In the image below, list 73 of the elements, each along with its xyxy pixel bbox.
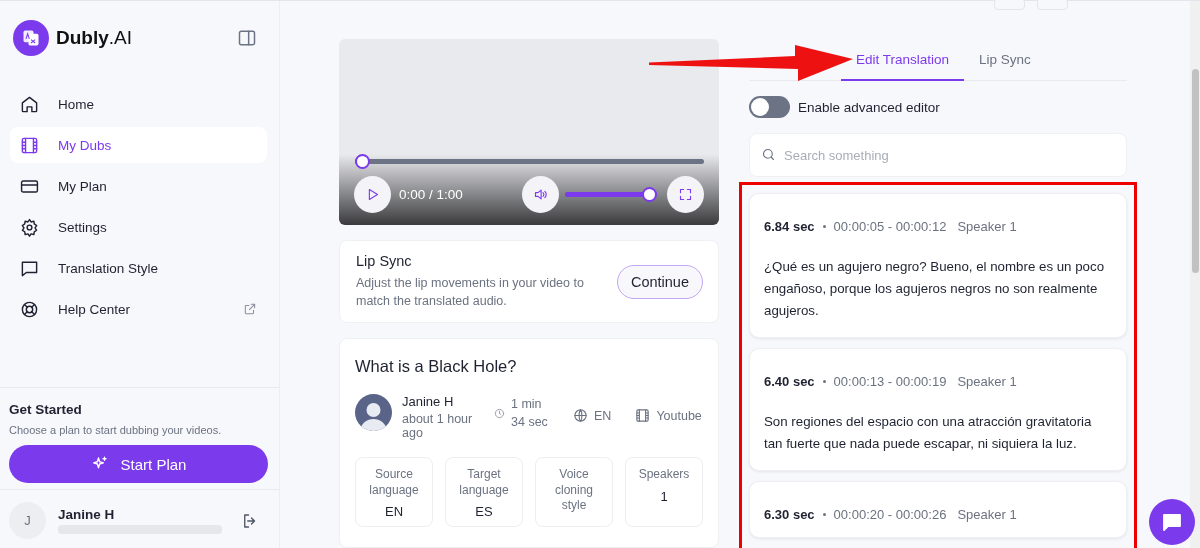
brand-name: Dubly.AI [56,27,133,49]
separator-dot [822,512,826,516]
segment-card[interactable]: 6.84 sec 00:00:05 - 00:00:12 Speaker 1 ¿Qué es un agujero negro? Bueno, el nombre es un poco engañoso, porque los agujeros negros no son realmente agujeros. [749,193,1127,338]
globe-icon [573,408,588,423]
avatar-silhouette-icon [355,394,392,431]
get-started-title: Get Started [9,402,83,417]
volume-thumb[interactable] [642,186,657,202]
film-icon [20,135,39,155]
sidebar-toggle-icon [237,28,257,48]
stat-label: Voice cloning style [554,467,594,514]
external-link-icon [243,302,257,316]
video-source: Youtube [656,408,702,423]
lifebuoy-icon [20,299,39,319]
get-started-text: Choose a plan to start dubbing your videos. [9,424,223,436]
settings-icon [20,217,39,237]
speaker-label: Speaker 1 [957,506,1017,522]
duration: 1 min 34 sec [511,396,549,431]
nav-item[interactable]: Home [10,86,267,122]
stat-label: Speakers [637,467,691,483]
toggle-label: Enable advanced editor [798,99,940,115]
segment-text: ¿Qué es un agujero negro? Bueno, el nombre es un poco engañoso, porque los agujeros negros no son realmente agujeros. [764,258,1106,320]
start-plan-button[interactable]: Start Plan [9,445,268,483]
chat-button[interactable] [1149,499,1195,545]
stat-value: 1 [659,488,669,504]
film-icon [635,408,651,423]
lip-sync-title: Lip Sync [356,252,413,269]
clock-icon [494,408,505,419]
nav-item[interactable]: Help Center [10,291,267,327]
progress-thumb[interactable] [355,153,370,169]
time-display: 0:00 / 1:00 [399,186,464,202]
segment-card[interactable]: 6.40 sec 00:00:13 - 00:00:19 Speaker 1 Son regiones del espacio con una atracción gravitatoria tan fuerte que nada puede escapar, ni siquiera la luz. [749,347,1127,471]
segment-text: Son regiones del espacio con una atracción gravitatoria tan fuerte que nada puede escapar, ni siquiera la luz. [764,412,1093,453]
volume-slider[interactable] [565,186,657,202]
search-field[interactable]: Search something [749,133,1127,177]
user-avatar: J [9,502,46,539]
language: EN [594,408,612,423]
stat-label: Source language [368,467,420,499]
tab[interactable]: Lip Sync [964,41,1046,81]
continue-button[interactable]: Continue [616,264,703,299]
lip-sync-text: Adjust the lip movements in your video to match the translated audio. [356,274,585,311]
segment-timestamps: 00:00:13 - 00:00:19 [833,373,947,389]
nav-item[interactable]: My Dubs [10,127,267,163]
segment-duration: 6.30 sec [764,506,815,522]
author-name: Janine H [402,394,455,409]
fullscreen-icon [678,186,693,202]
fullscreen-button[interactable] [667,175,704,213]
logo-icon [13,20,49,56]
stat-value: EN [383,504,405,520]
upload-time: about 1 hour ago [402,412,474,440]
user-name: Janine H [58,507,116,522]
nav-item[interactable]: Translation Style [10,250,267,286]
scrollbar[interactable] [1190,1,1200,548]
home-icon [20,94,39,114]
stat-label: Target language [458,467,510,499]
speaker-label: Speaker 1 [957,373,1017,389]
volume-button[interactable] [522,175,559,213]
toggle-switch[interactable] [749,96,790,118]
nav-item[interactable]: My Plan [10,168,267,204]
play-button[interactable] [354,175,391,213]
nav-item[interactable]: Settings [10,209,267,245]
video-title: What is a Black Hole? [355,357,518,376]
search-icon [761,147,776,162]
segment-timestamps: 00:00:20 - 00:00:26 [833,506,947,522]
chat-icon [20,258,39,278]
segment-timestamps: 00:00:05 - 00:00:12 [833,219,947,234]
separator-dot [822,379,826,383]
separator-dot [822,225,826,228]
stat-value: ES [474,504,494,520]
speaker-label: Speaker 1 [957,219,1017,234]
segment-duration: 6.40 sec [764,373,815,389]
segment-duration: 6.84 sec [764,219,815,234]
progress-slider[interactable] [355,153,704,169]
segment-card[interactable]: 6.30 sec 00:00:20 - 00:00:26 Speaker 1 [749,480,1127,538]
